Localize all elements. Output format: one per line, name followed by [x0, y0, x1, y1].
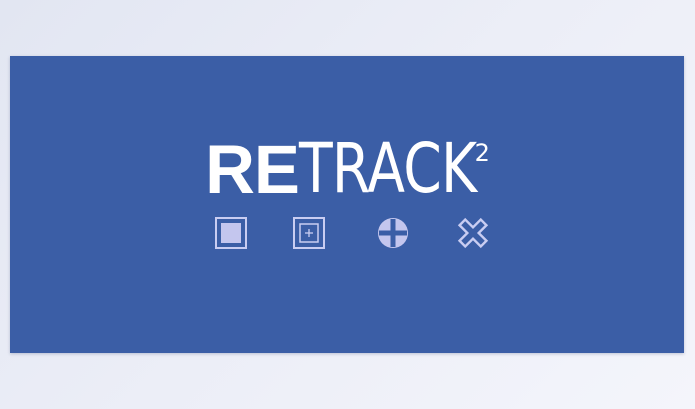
x-cross-icon: [456, 216, 490, 250]
app-logo: RETRACK2: [0, 129, 695, 209]
logo-bold-text: RE: [205, 131, 300, 208]
logo-superscript: 2: [474, 139, 490, 167]
filled-square-icon: [214, 216, 248, 250]
logo-light-text: TRACK: [298, 129, 477, 209]
square-crosshair-icon: [292, 216, 326, 250]
circle-cross-icon: [376, 216, 410, 250]
